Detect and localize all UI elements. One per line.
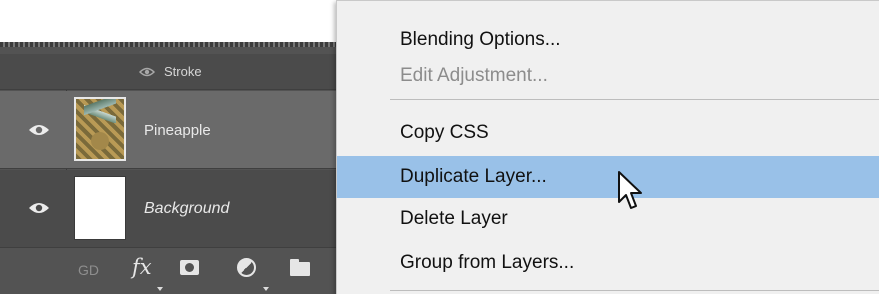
fx-icon[interactable]: fx	[132, 255, 152, 279]
menu-item-group-from-layers[interactable]: Group from Layers...	[337, 242, 879, 284]
effect-label: Stroke	[164, 64, 202, 79]
layer-name[interactable]: Pineapple	[144, 122, 211, 139]
menu-separator	[390, 99, 879, 100]
layer-thumbnail-pineapple	[74, 97, 126, 161]
menu-item-duplicate-layer[interactable]: Duplicate Layer...	[337, 156, 879, 198]
eye-icon[interactable]	[138, 65, 156, 77]
panel-drag-edge	[0, 42, 345, 47]
menu-item-edit-adjustment: Edit Adjustment...	[400, 65, 548, 86]
menu-separator	[390, 290, 879, 291]
layer-name[interactable]: Background	[144, 200, 229, 218]
adjustment-layer-icon[interactable]	[237, 258, 256, 277]
eye-icon[interactable]	[28, 201, 50, 215]
layer-thumbnail-background	[74, 176, 126, 240]
eye-icon[interactable]	[28, 123, 50, 137]
menu-item-delete-layer[interactable]: Delete Layer	[337, 198, 879, 240]
chevron-down-icon	[263, 287, 269, 291]
mouse-pointer-icon	[617, 170, 645, 214]
layer-mask-icon[interactable]	[180, 260, 199, 275]
link-icon[interactable]: GD	[78, 262, 99, 286]
chevron-down-icon	[157, 287, 163, 291]
menu-item-copy-css[interactable]: Copy CSS	[337, 112, 879, 154]
folder-icon[interactable]	[290, 259, 310, 276]
